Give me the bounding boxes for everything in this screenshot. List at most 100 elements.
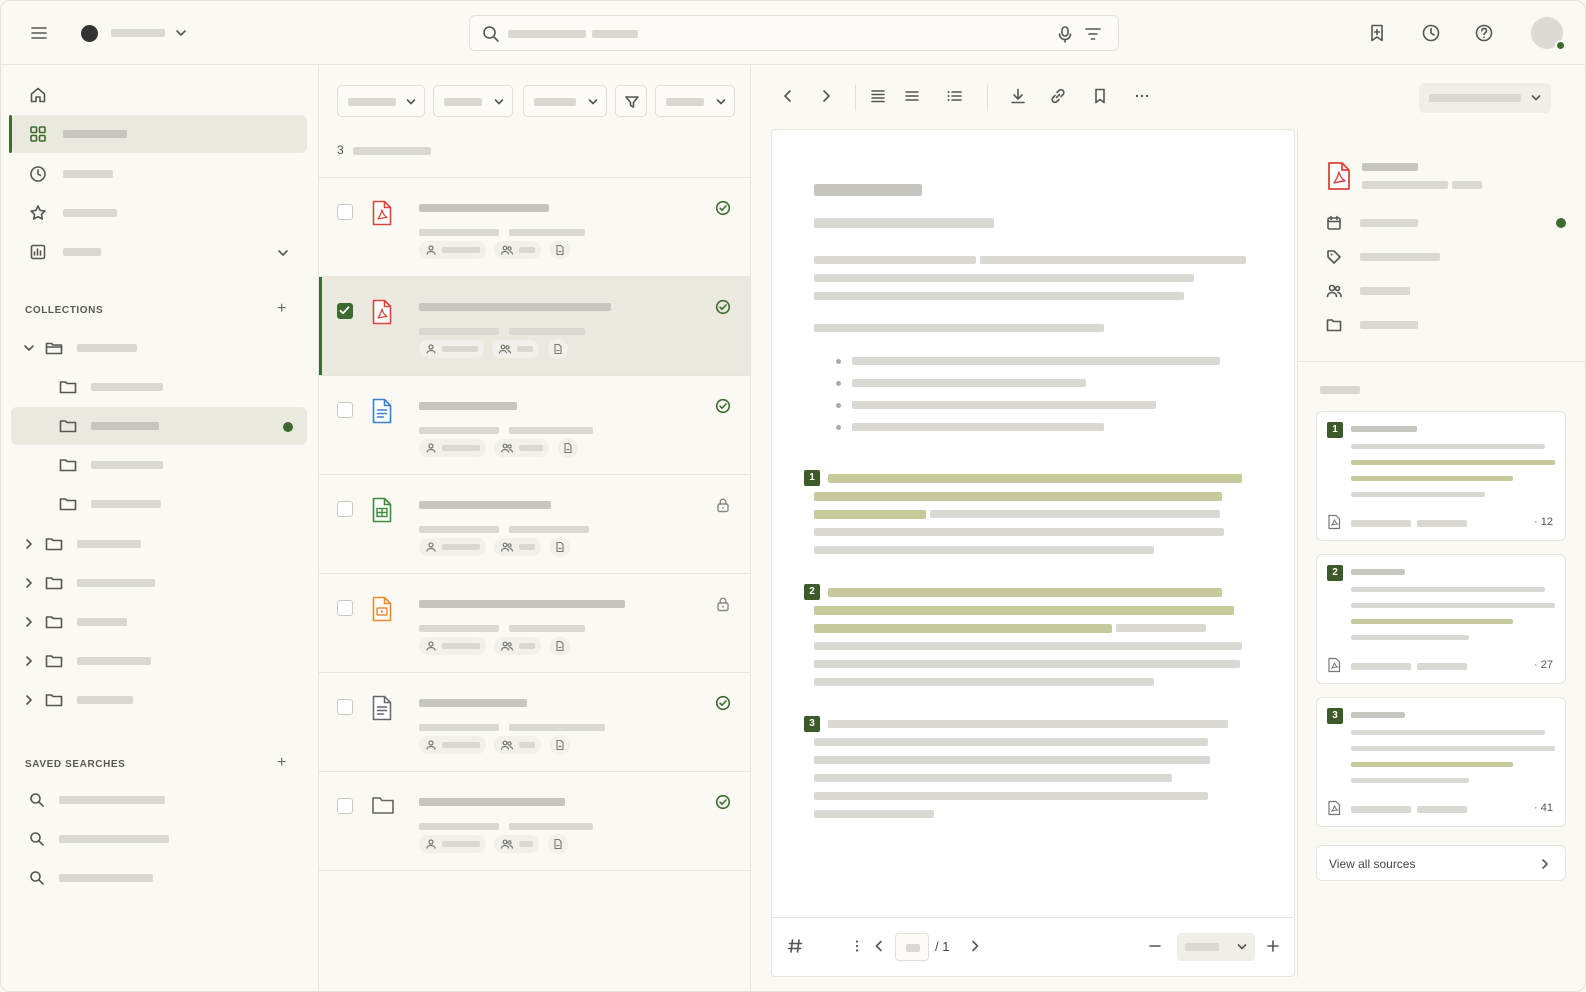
document-row[interactable]	[319, 177, 751, 276]
zoom-select[interactable]	[1177, 933, 1255, 961]
collection-subitem[interactable]	[11, 485, 307, 523]
chevron-right-icon[interactable]	[817, 87, 835, 105]
source-file-name	[1351, 520, 1411, 527]
saved-search-item[interactable]	[11, 820, 307, 858]
nav-home[interactable]	[11, 76, 307, 114]
chevron-right-icon[interactable]	[23, 616, 35, 628]
bookmark-icon[interactable]	[1367, 23, 1387, 43]
saved-search-item[interactable]	[11, 781, 307, 819]
doc-badge-icon	[549, 735, 570, 755]
collection-item[interactable]	[11, 603, 307, 641]
row-checkbox[interactable]	[337, 501, 353, 517]
citation-marker[interactable]: 3	[804, 716, 820, 732]
collection-item[interactable]	[11, 681, 307, 719]
owner-tag-label	[442, 445, 480, 451]
collection-subitem[interactable]	[11, 446, 307, 484]
saved-search-item[interactable]	[11, 859, 307, 897]
collection-item[interactable]	[11, 642, 307, 680]
page-number-input[interactable]	[895, 933, 929, 961]
view-mode-select[interactable]	[1419, 83, 1551, 113]
folder-icon	[59, 381, 77, 394]
bullet	[836, 425, 841, 430]
row-checkbox[interactable]	[337, 699, 353, 715]
document-row[interactable]	[319, 771, 751, 870]
row-checkbox[interactable]	[337, 204, 353, 220]
link-icon[interactable]	[1049, 87, 1067, 105]
chevron-down-icon[interactable]	[23, 342, 35, 354]
source-card[interactable]: 1 · 12	[1316, 411, 1566, 541]
user-avatar[interactable]	[1531, 17, 1566, 51]
chevron-left-icon[interactable]	[871, 938, 887, 954]
filter-dropdown[interactable]	[433, 85, 513, 117]
chevron-left-icon[interactable]	[779, 87, 797, 105]
workspace-switcher[interactable]	[81, 23, 201, 43]
download-icon[interactable]	[1009, 87, 1027, 105]
document-row[interactable]	[319, 672, 751, 771]
chart-icon	[30, 244, 46, 260]
nav-dashboard[interactable]	[9, 115, 307, 153]
snippet-line	[1351, 746, 1555, 751]
sort-dropdown[interactable]	[655, 85, 735, 117]
bullet	[836, 381, 841, 386]
add-collection-button[interactable]: +	[277, 301, 286, 317]
add-saved-search-button[interactable]: +	[277, 755, 286, 771]
pdf-icon	[371, 200, 393, 226]
saved-search-label	[59, 874, 153, 882]
nav-reports[interactable]	[11, 233, 307, 271]
document-row[interactable]	[319, 375, 751, 474]
filter-dropdown[interactable]	[337, 85, 425, 117]
row-checkbox[interactable]	[337, 402, 353, 418]
source-card[interactable]: 2 · 27	[1316, 554, 1566, 684]
zoom-in-icon[interactable]	[1265, 938, 1281, 954]
zoom-out-icon[interactable]	[1147, 938, 1163, 954]
collection-item[interactable]	[11, 329, 307, 367]
search-bar[interactable]	[469, 15, 1119, 51]
view-all-sources-button[interactable]: View all sources	[1316, 845, 1566, 881]
collection-item[interactable]	[11, 564, 307, 602]
mic-icon[interactable]	[1056, 25, 1074, 43]
nav-recent[interactable]	[11, 155, 307, 193]
bullet	[836, 359, 841, 364]
collection-item[interactable]	[11, 525, 307, 563]
row-checkbox[interactable]	[337, 798, 353, 814]
snippet-line	[1351, 492, 1485, 497]
filter-dropdown[interactable]	[523, 85, 607, 117]
page-controls: / 1	[771, 917, 1295, 975]
hash-icon[interactable]	[787, 938, 803, 954]
help-icon[interactable]	[1474, 23, 1494, 43]
citation-marker[interactable]: 2	[804, 584, 820, 600]
chevron-right-icon[interactable]	[23, 538, 35, 550]
chevron-right-icon[interactable]	[23, 655, 35, 667]
highlighted-text	[814, 492, 1222, 501]
menu-icon[interactable]	[29, 23, 49, 43]
bookmark-icon[interactable]	[1091, 87, 1109, 105]
citation-marker[interactable]: 1	[804, 470, 820, 486]
row-checkbox[interactable]	[337, 600, 353, 616]
vertical-dots-icon[interactable]	[849, 938, 865, 954]
document-row[interactable]	[319, 276, 751, 375]
chevron-right-icon	[1542, 859, 1548, 869]
bullet-list-icon[interactable]	[945, 87, 963, 105]
collections-heading: COLLECTIONS	[25, 305, 104, 316]
document-row[interactable]	[319, 573, 751, 672]
list-view-icon[interactable]	[869, 87, 887, 105]
shared-tag	[492, 340, 540, 358]
filter-icon[interactable]	[1084, 25, 1102, 43]
chevron-right-icon[interactable]	[23, 694, 35, 706]
filter-button[interactable]	[615, 85, 647, 117]
chevron-right-icon[interactable]	[967, 938, 983, 954]
chevron-right-icon[interactable]	[23, 577, 35, 589]
history-icon[interactable]	[1421, 23, 1441, 43]
nav-starred[interactable]	[11, 194, 307, 232]
owner-tag	[419, 439, 486, 457]
row-checkbox[interactable]	[337, 303, 353, 319]
collection-subitem-active[interactable]	[11, 407, 307, 445]
snippet-line	[1351, 587, 1545, 592]
top-bar	[1, 1, 1585, 65]
doc-badge-icon	[547, 834, 568, 854]
more-icon[interactable]	[1133, 87, 1151, 105]
align-justify-icon[interactable]	[903, 87, 921, 105]
collection-subitem[interactable]	[11, 368, 307, 406]
source-card[interactable]: 3 · 41	[1316, 697, 1566, 827]
document-row[interactable]	[319, 474, 751, 573]
